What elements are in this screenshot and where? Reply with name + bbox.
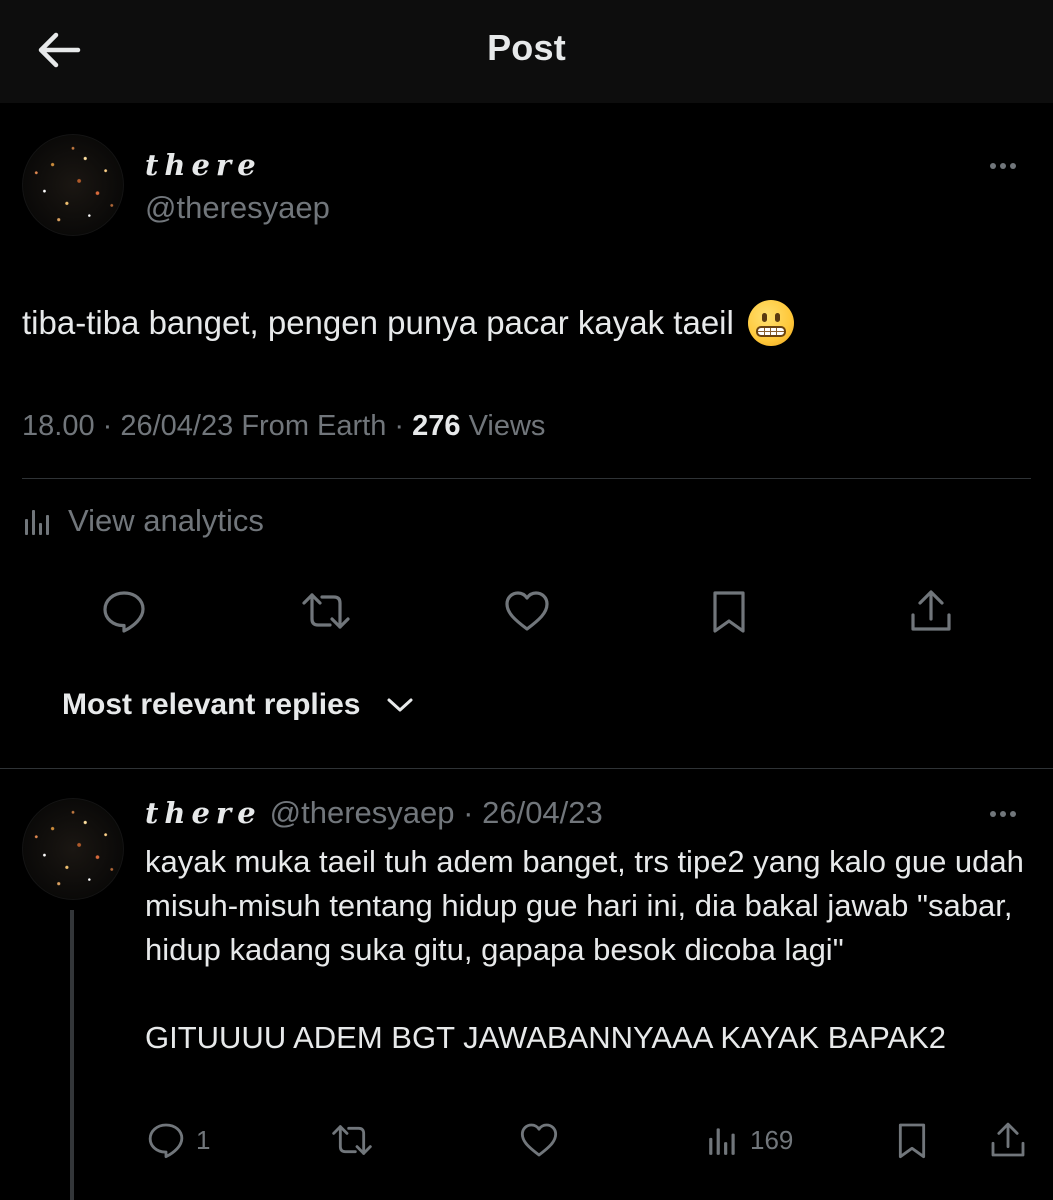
views-count: 276 (412, 410, 461, 442)
reply-views-count: 169 (750, 1124, 794, 1155)
reply-views-button[interactable]: 169 (706, 1118, 793, 1162)
analytics-icon (25, 510, 49, 535)
more-options-button[interactable] (990, 160, 1016, 172)
divider (22, 478, 1031, 479)
reply-count: 1 (196, 1124, 211, 1155)
reply-avatar[interactable] (22, 798, 124, 900)
repost-icon (302, 593, 350, 629)
replies-sort-dropdown[interactable]: Most relevant replies (62, 688, 414, 722)
repost-icon (332, 1125, 372, 1155)
views-label: Views (468, 410, 546, 442)
reply-repost-button[interactable] (330, 1118, 374, 1162)
reply-more-options-button[interactable] (990, 808, 1016, 820)
author-handle[interactable]: @theresyaep (145, 190, 330, 226)
share-icon (991, 1122, 1025, 1157)
top-bar: Post (0, 0, 1053, 103)
chevron-down-icon (387, 698, 413, 712)
avatar[interactable] (22, 134, 124, 236)
post-action-bar (0, 585, 1053, 637)
like-button[interactable] (501, 585, 553, 637)
reply-reply-button[interactable]: 1 (146, 1118, 210, 1162)
heart-icon (520, 1123, 558, 1157)
author-display-name[interactable]: there (145, 148, 262, 182)
reply-like-button[interactable] (519, 1118, 559, 1162)
page-title: Post (487, 27, 566, 68)
more-dot-icon (1000, 811, 1006, 817)
more-dot-icon (1010, 163, 1016, 169)
reply-icon (148, 1123, 184, 1159)
share-icon (911, 590, 951, 631)
post-date: 26/04/23 (120, 410, 234, 442)
divider (0, 768, 1053, 769)
bookmark-icon (713, 591, 745, 633)
sort-label: Most relevant replies (62, 688, 361, 721)
reply-date[interactable]: 26/04/23 (482, 795, 603, 830)
post-page: Post there @theresyaep tiba-tiba banget,… (0, 0, 1053, 1200)
post-text: tiba-tiba banget, pengen punya pacar kay… (22, 300, 1022, 346)
reply-text: kayak muka taeil tuh adem banget, trs ti… (145, 844, 1024, 1055)
reply-share-button[interactable] (988, 1118, 1028, 1162)
bookmark-icon (898, 1123, 926, 1159)
reply-action-bar: 1 169 (0, 1118, 1053, 1162)
reply-bookmark-button[interactable] (892, 1118, 932, 1162)
reply-icon (103, 591, 145, 633)
analytics-icon (709, 1128, 735, 1155)
post-time: 18.00 (22, 410, 95, 442)
more-dot-icon (990, 163, 996, 169)
post-meta: 18.00 · 26/04/23 From Earth · 276 Views (22, 410, 546, 442)
reply-author-handle[interactable]: @theresyaep (270, 795, 455, 830)
more-dot-icon (1010, 811, 1016, 817)
post-body: tiba-tiba banget, pengen punya pacar kay… (22, 304, 734, 341)
reply-button[interactable] (98, 585, 150, 637)
reply-header: there @theresyaep · 26/04/23 (145, 795, 603, 830)
bookmark-button[interactable] (703, 585, 755, 637)
reply-author-display-name[interactable]: there (145, 796, 262, 830)
share-button[interactable] (905, 585, 957, 637)
repost-button[interactable] (300, 585, 352, 637)
more-dot-icon (990, 811, 996, 817)
post-source: From Earth (241, 410, 387, 442)
more-dot-icon (1000, 163, 1006, 169)
grimacing-face-icon (747, 300, 794, 346)
heart-icon (505, 591, 549, 631)
view-analytics-label: View analytics (68, 503, 264, 538)
view-analytics-link[interactable]: View analytics (22, 503, 264, 539)
